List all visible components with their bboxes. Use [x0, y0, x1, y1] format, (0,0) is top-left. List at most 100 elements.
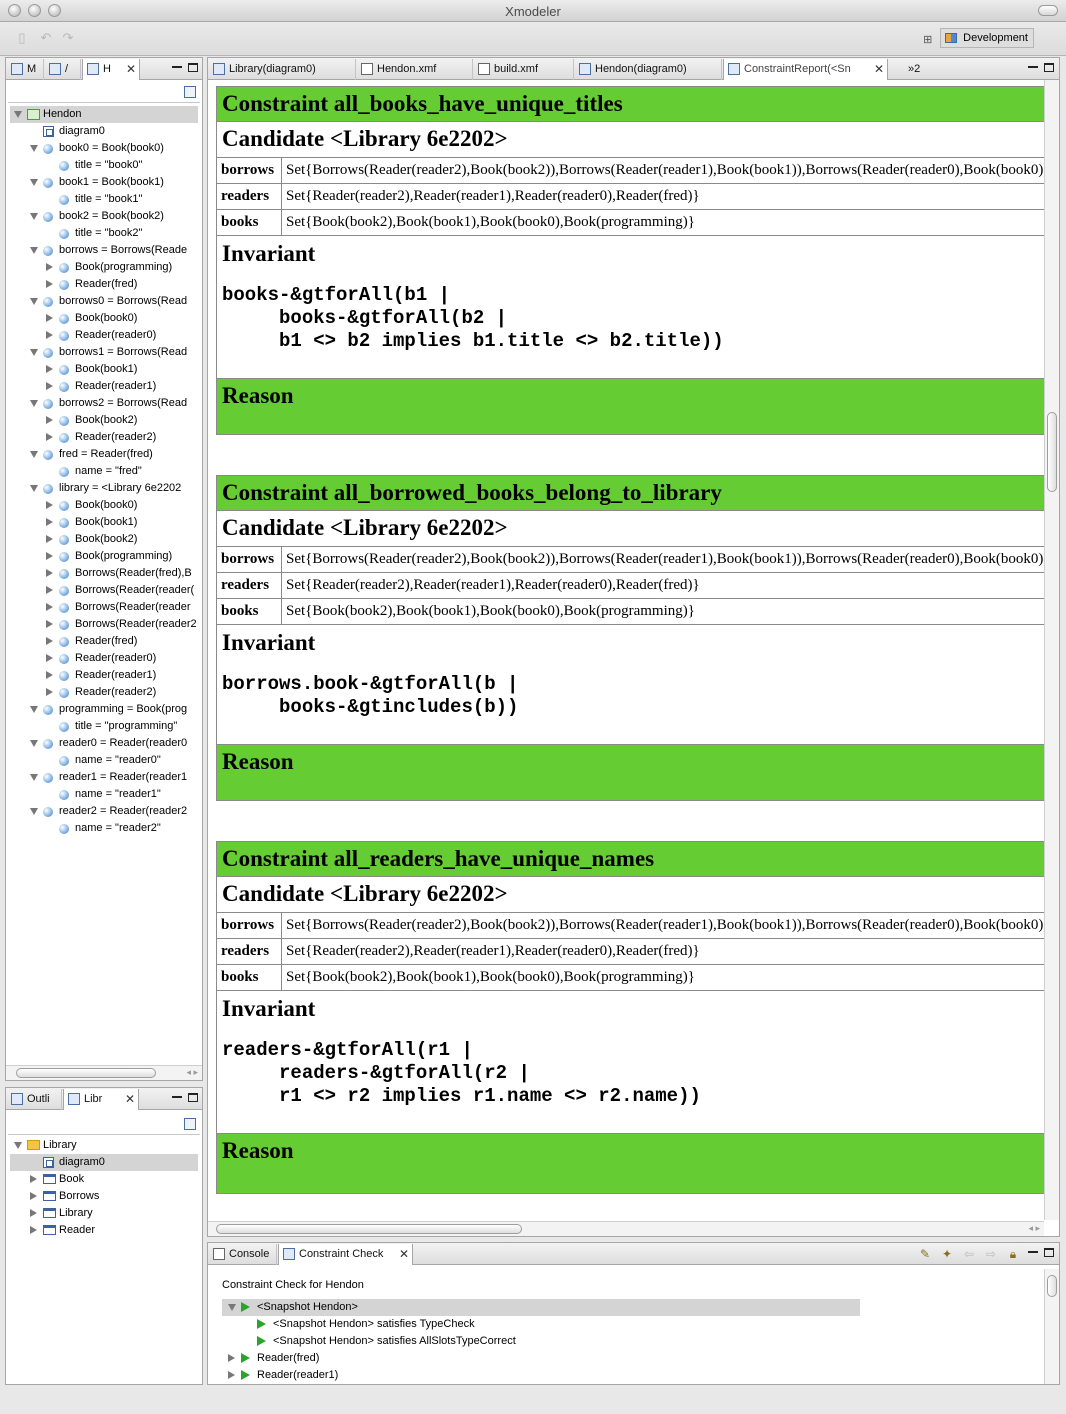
expand-arrow-closed-icon[interactable] [30, 1175, 37, 1183]
tree-item[interactable]: reader0 = Reader(reader0 [10, 735, 198, 752]
expand-arrow-closed-icon[interactable] [46, 671, 53, 679]
tree-item[interactable]: title = "programming" [10, 718, 198, 735]
close-icon[interactable]: ✕ [874, 59, 884, 79]
tab-hendon-xmf[interactable]: Hendon.xmf [357, 59, 473, 80]
tree-item[interactable]: reader2 = Reader(reader2 [10, 803, 198, 820]
expand-arrow-closed-icon[interactable] [46, 654, 53, 662]
report-hscrollbar[interactable]: ◂ ▸ [208, 1221, 1044, 1236]
tree-item[interactable]: Book(programming) [10, 548, 198, 565]
expand-arrow-open-icon[interactable] [14, 111, 22, 118]
expand-arrow-closed-icon[interactable] [46, 603, 53, 611]
expand-arrow-open-icon[interactable] [30, 298, 38, 305]
perspective-switcher[interactable]: ⊞ Development [923, 28, 1034, 48]
expand-arrow-closed-icon[interactable] [46, 552, 53, 560]
tree-item[interactable]: Hendon [10, 106, 198, 123]
redo-icon[interactable]: ↷ [60, 31, 76, 45]
tree-item[interactable]: Reader(reader1) [10, 378, 198, 395]
scroll-thumb[interactable] [16, 1068, 156, 1078]
expand-arrow-open-icon[interactable] [14, 1142, 22, 1149]
expand-arrow-closed-icon[interactable] [30, 1192, 37, 1200]
tree-item[interactable]: fred = Reader(fred) [10, 446, 198, 463]
report-vscrollbar[interactable] [1044, 80, 1059, 1220]
expand-arrow-closed-icon[interactable] [46, 518, 53, 526]
close-icon[interactable]: ✕ [125, 1089, 135, 1109]
tree-item[interactable]: Book(book1) [10, 361, 198, 378]
tree-item[interactable]: reader1 = Reader(reader1 [10, 769, 198, 786]
tab-library-diagram[interactable]: Library(diagram0) [209, 59, 356, 80]
tree-item[interactable]: Reader(reader2) [10, 429, 198, 446]
tree-item[interactable]: Borrows(Reader(fred),B [10, 565, 198, 582]
tree-item[interactable]: diagram0 [10, 123, 198, 140]
tree-item[interactable]: name = "reader2" [10, 820, 198, 837]
open-perspective-icon[interactable]: ⊞ [923, 31, 937, 46]
back-icon[interactable]: ⇦ [962, 1247, 976, 1261]
tree-item[interactable]: Reader(fred) [10, 633, 198, 650]
close-icon[interactable]: ✕ [126, 59, 136, 79]
maximize-view-button[interactable] [188, 63, 198, 72]
expand-arrow-closed-icon[interactable] [46, 586, 53, 594]
maximize-view-button[interactable] [1044, 63, 1054, 72]
expand-arrow-open-icon[interactable] [30, 808, 38, 815]
toolbar-toggle-button[interactable] [1038, 5, 1058, 16]
expand-arrow-closed-icon[interactable] [30, 1226, 37, 1234]
tab-model-browser[interactable]: M [7, 59, 44, 80]
expand-arrow-closed-icon[interactable] [46, 569, 53, 577]
expand-arrow-closed-icon[interactable] [46, 314, 53, 322]
collapse-all-icon[interactable] [184, 1118, 196, 1130]
constraint-result-item[interactable]: Reader(fred) [222, 1350, 860, 1367]
maximize-view-button[interactable] [188, 1093, 198, 1102]
expand-arrow-open-icon[interactable] [30, 706, 38, 713]
tab-navigator[interactable]: / [45, 59, 81, 80]
undo-icon[interactable]: ↶ [38, 31, 54, 45]
console-vscrollbar[interactable] [1044, 1269, 1059, 1384]
expand-arrow-open-icon[interactable] [30, 774, 38, 781]
tree-item[interactable]: Borrows(Reader(reader2 [10, 616, 198, 633]
tree-item[interactable]: book2 = Book(book2) [10, 208, 198, 225]
tree-item[interactable]: title = "book1" [10, 191, 198, 208]
expand-arrow-closed-icon[interactable] [46, 620, 53, 628]
expand-arrow-closed-icon[interactable] [46, 331, 53, 339]
tree-item[interactable]: title = "book2" [10, 225, 198, 242]
tree-item[interactable]: Reader(fred) [10, 276, 198, 293]
tree-item[interactable]: Reader [10, 1222, 198, 1239]
minimize-view-button[interactable] [172, 1096, 182, 1098]
expand-arrow-closed-icon[interactable] [46, 688, 53, 696]
expand-arrow-open-icon[interactable] [30, 740, 38, 747]
expand-arrow-closed-icon[interactable] [46, 365, 53, 373]
tree-item[interactable]: borrows2 = Borrows(Read [10, 395, 198, 412]
scroll-thumb[interactable] [1047, 412, 1057, 492]
tree-item[interactable]: Reader(reader0) [10, 650, 198, 667]
clear-icon[interactable]: ✎ [918, 1247, 932, 1261]
expand-arrow-closed-icon[interactable] [30, 1209, 37, 1217]
expand-arrow-closed-icon[interactable] [46, 501, 53, 509]
constraint-result-item[interactable]: <Snapshot Hendon> satisfies AllSlotsType… [222, 1333, 860, 1350]
tree-item[interactable]: Borrows(Reader(reader [10, 599, 198, 616]
tab-build-xmf[interactable]: build.xmf [474, 59, 574, 80]
tree-item[interactable]: name = "reader0" [10, 752, 198, 769]
constraint-result-item[interactable]: <Snapshot Hendon> [222, 1299, 860, 1316]
tree-item[interactable]: Book(book2) [10, 531, 198, 548]
tree-item[interactable]: Book(book0) [10, 310, 198, 327]
tree-item[interactable]: Book(programming) [10, 259, 198, 276]
maximize-view-button[interactable] [1044, 1248, 1054, 1257]
tree-item[interactable]: name = "reader1" [10, 786, 198, 803]
minimize-view-button[interactable] [172, 66, 182, 68]
new-file-icon[interactable]: ▯ [14, 31, 30, 45]
scroll-arrows[interactable]: ◂ ▸ [1028, 1223, 1040, 1234]
tree-item[interactable]: Book(book0) [10, 497, 198, 514]
expand-arrow-open-icon[interactable] [30, 213, 38, 220]
tree-item[interactable]: Book(book1) [10, 514, 198, 531]
expand-arrow-open-icon[interactable] [30, 451, 38, 458]
expand-arrow-open-icon[interactable] [228, 1304, 236, 1311]
tree-item[interactable]: library = <Library 6e2202 [10, 480, 198, 497]
tree-item[interactable]: diagram0 [10, 1154, 198, 1171]
tree-item[interactable]: borrows0 = Borrows(Read [10, 293, 198, 310]
tree-item[interactable]: Book(book2) [10, 412, 198, 429]
expand-arrow-closed-icon[interactable] [46, 382, 53, 390]
minimize-view-button[interactable] [1028, 66, 1038, 68]
expand-arrow-closed-icon[interactable] [46, 535, 53, 543]
expand-arrow-closed-icon[interactable] [46, 637, 53, 645]
tree-item[interactable]: Reader(reader1) [10, 667, 198, 684]
tree-item[interactable]: Library [10, 1137, 198, 1154]
expand-arrow-closed-icon[interactable] [46, 416, 53, 424]
